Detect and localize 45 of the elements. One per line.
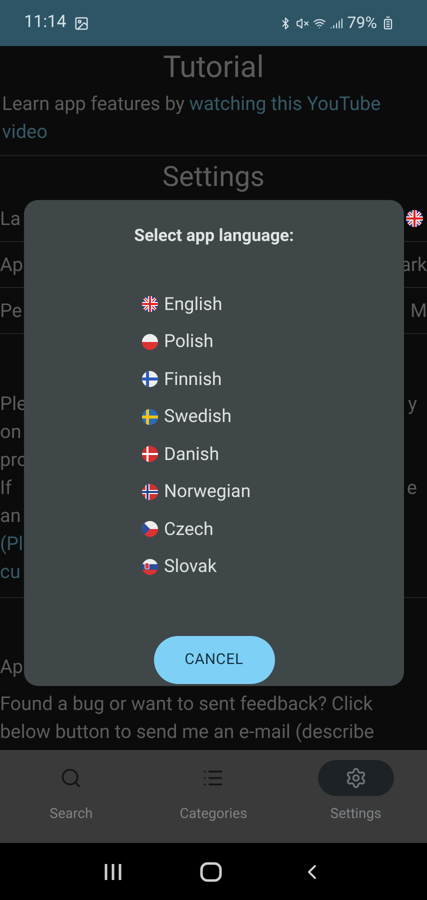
section-title: Settings: [161, 160, 266, 194]
flag-icon: [142, 558, 158, 575]
setting-label: Pe: [0, 298, 22, 324]
paragraph-text: If: [0, 475, 12, 501]
feedback-text: below button to send me an e-mail (describe: [0, 719, 376, 745]
tutorial-text: Learn app features by watching this YouTube video: [1, 91, 382, 145]
section-title: Tutorial: [162, 49, 265, 87]
language-option[interactable]: Danish: [142, 436, 251, 473]
language-option[interactable]: Polish: [142, 323, 251, 360]
flag-icon: [142, 446, 158, 462]
setting-label: La: [0, 206, 21, 232]
flag-icon: [142, 334, 158, 350]
dialog-title: Select app language:: [134, 225, 294, 248]
recent-apps-icon[interactable]: [102, 862, 123, 880]
language-option[interactable]: Swedish: [142, 398, 251, 436]
mute-icon: [296, 16, 310, 30]
clock: 11:14: [24, 11, 66, 34]
signal-icon: [330, 16, 344, 30]
search-icon: [60, 767, 82, 789]
battery-percent: 79%: [347, 12, 377, 34]
feedback-text: Found a bug or want to sent feedback? Click: [0, 691, 374, 717]
paragraph-text: on: [0, 419, 22, 445]
cancel-button[interactable]: CANCEL: [154, 636, 274, 684]
language-option[interactable]: English: [142, 286, 251, 323]
language-option[interactable]: Czech: [142, 510, 251, 548]
flag-icon: [142, 408, 158, 425]
image-icon: [74, 16, 90, 30]
settings-icon: [344, 767, 367, 789]
battery-icon: [381, 16, 395, 30]
flag-icon: [406, 210, 423, 227]
language-option[interactable]: Finnish: [142, 360, 251, 398]
flag-icon: [142, 484, 158, 500]
paragraph-text: an: [0, 503, 21, 529]
setting-value: M: [410, 298, 427, 324]
wifi-icon: [313, 16, 326, 30]
flag-icon: [142, 521, 158, 538]
flag-icon: [142, 296, 158, 312]
about-heading: Ap: [0, 654, 24, 680]
paragraph-text: y: [408, 391, 418, 417]
language-option[interactable]: Norwegian: [142, 473, 251, 510]
language-option[interactable]: Slovak: [142, 548, 251, 586]
paragraph-text: e: [406, 475, 418, 501]
flag-icon: [142, 371, 158, 388]
home-icon[interactable]: [200, 862, 222, 882]
setting-label: Ap: [0, 252, 24, 278]
